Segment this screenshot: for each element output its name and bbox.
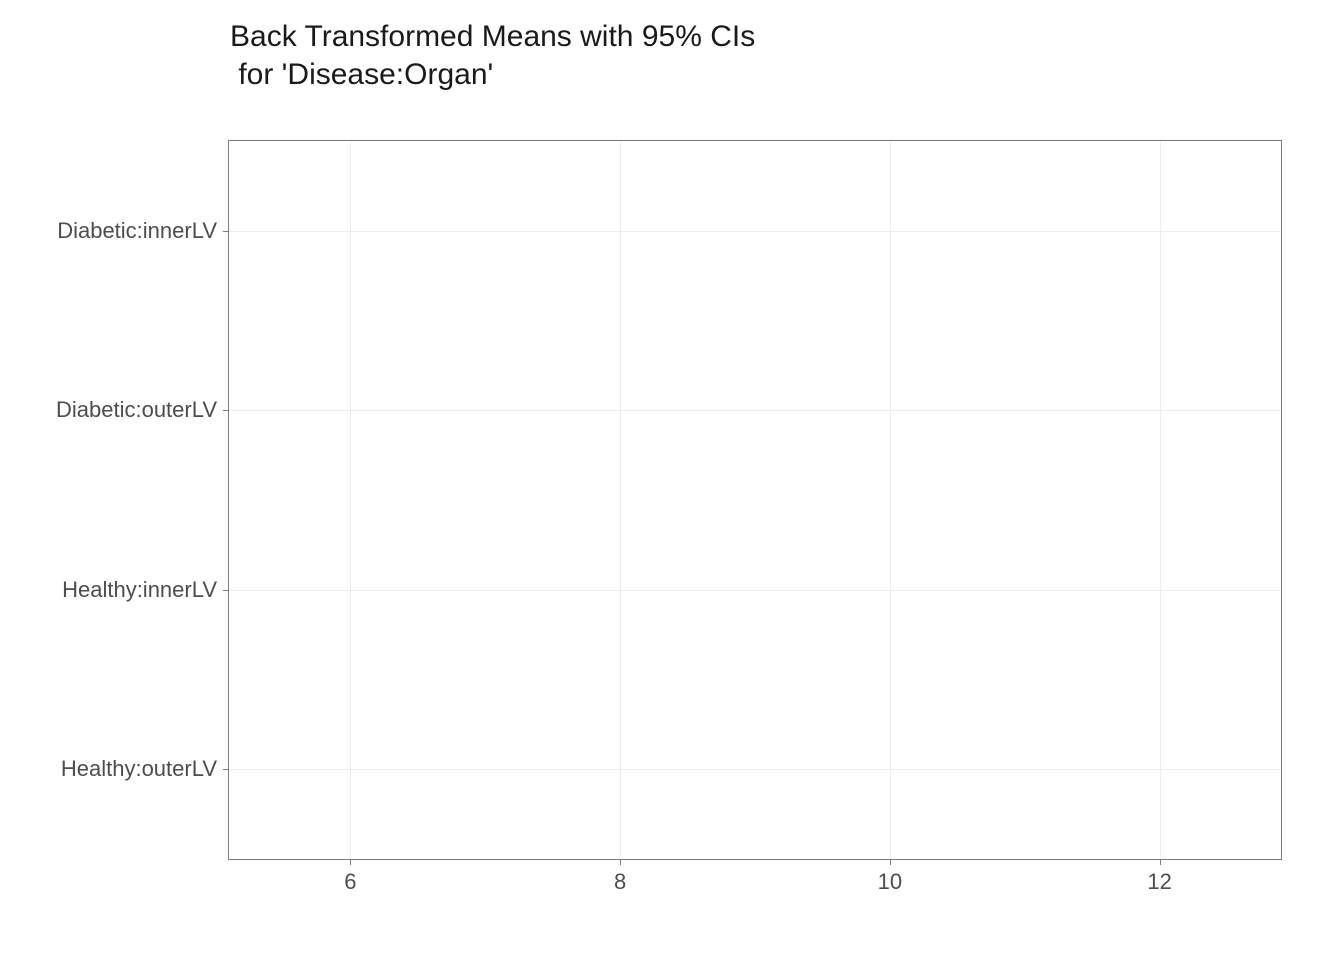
x-tick <box>1160 859 1161 865</box>
gridline-y <box>229 590 1281 591</box>
x-tick-label: 10 <box>878 869 902 895</box>
y-tick-label: Diabetic:outerLV <box>56 397 217 423</box>
y-tick-label: Healthy:innerLV <box>62 577 217 603</box>
x-tick-label: 6 <box>344 869 356 895</box>
x-tick <box>620 859 621 865</box>
gridline-x <box>620 141 621 859</box>
gridline-y <box>229 410 1281 411</box>
y-tick <box>223 231 229 232</box>
x-tick <box>890 859 891 865</box>
gridline-y <box>229 769 1281 770</box>
y-tick-label: Healthy:outerLV <box>61 756 217 782</box>
plot-panel: 6 8 10 12 Diabetic:innerLV Diabetic:oute… <box>228 140 1282 860</box>
chart-title: Back Transformed Means with 95% CIs for … <box>230 18 755 93</box>
gridline-x <box>1160 141 1161 859</box>
x-tick-label: 12 <box>1147 869 1171 895</box>
y-tick-label: Diabetic:innerLV <box>57 218 217 244</box>
x-tick <box>350 859 351 865</box>
y-tick <box>223 590 229 591</box>
y-tick <box>223 410 229 411</box>
chart-container: Back Transformed Means with 95% CIs for … <box>0 0 1344 960</box>
gridline-x <box>350 141 351 859</box>
gridline-y <box>229 231 1281 232</box>
y-tick <box>223 769 229 770</box>
gridline-x <box>890 141 891 859</box>
x-tick-label: 8 <box>614 869 626 895</box>
